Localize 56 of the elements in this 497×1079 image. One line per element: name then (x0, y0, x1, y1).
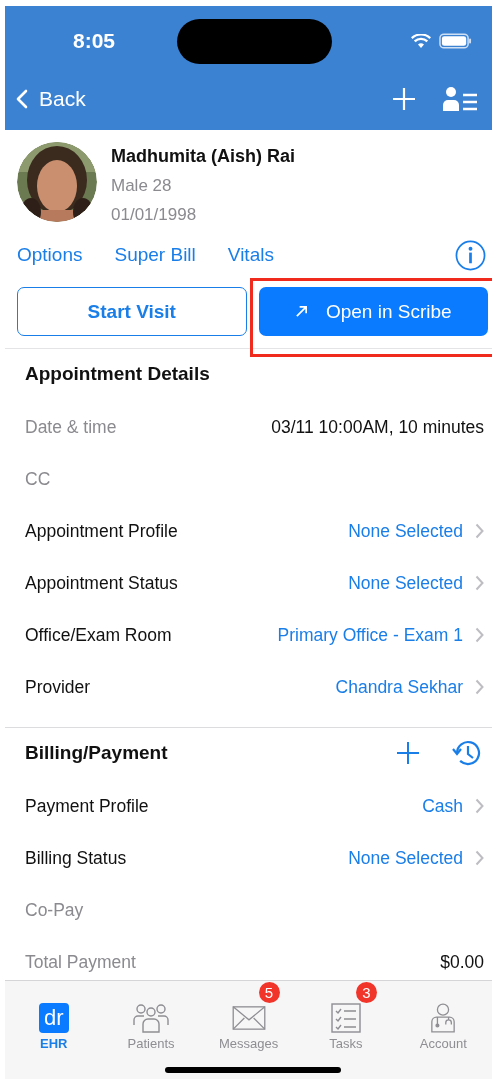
field-label: Co-Pay (25, 899, 84, 921)
field-value-link[interactable]: None Selected (348, 572, 463, 594)
field-label: Total Payment (25, 951, 136, 973)
count-badge: 5 (258, 982, 280, 1003)
back-button[interactable]: Back (16, 87, 86, 111)
field-value-link[interactable]: None Selected (348, 847, 463, 869)
count-badge: 3 (355, 982, 377, 1003)
field-label: Appointment Status (25, 572, 178, 594)
info-icon[interactable] (455, 239, 486, 271)
field-value-link[interactable]: Cash (422, 795, 463, 817)
chevron-icon[interactable] (475, 798, 484, 814)
chevron-icon[interactable] (475, 679, 484, 695)
checklist-icon (330, 1003, 361, 1033)
back-icon (16, 89, 28, 109)
patient-list-icon[interactable] (442, 86, 478, 112)
tab[interactable]: Account (415, 1003, 471, 1051)
chevron-icon[interactable] (475, 575, 484, 591)
people-icon (133, 1003, 170, 1033)
chevron-icon[interactable] (475, 523, 484, 539)
battery-icon (439, 33, 472, 49)
open-button[interactable]: Open in Scribe (258, 287, 488, 336)
tab[interactable]: Messages (214, 1003, 283, 1051)
link[interactable]: Options (17, 244, 83, 266)
field-label: Office/Exam Room (25, 624, 172, 646)
doctor-icon (430, 1003, 457, 1033)
link[interactable]: Vitals (227, 244, 274, 266)
field-label: Payment Profile (25, 795, 149, 817)
history-icon[interactable] (452, 739, 482, 767)
tab[interactable]: dr EHR (34, 1003, 73, 1051)
add-icon[interactable] (396, 741, 420, 765)
tab[interactable]: Patients (123, 1003, 179, 1051)
start-button[interactable]: Start Visit (17, 287, 247, 336)
field-value-link[interactable]: None Selected (348, 520, 463, 542)
field-label: CC (25, 468, 51, 490)
field-label: Appointment Profile (25, 520, 178, 542)
field-value-link[interactable]: Primary Office - Exam 1 (277, 624, 463, 646)
chevron-icon[interactable] (475, 627, 484, 643)
field-label: Provider (25, 676, 91, 698)
external-link-icon (294, 305, 308, 318)
field-label: Date & time (25, 416, 117, 438)
section-title: Billing/Payment (25, 742, 168, 764)
section-title: Appointment Details (25, 363, 210, 385)
envelope-icon (230, 1005, 267, 1031)
field-label: Billing Status (25, 847, 127, 869)
link[interactable]: Super Bill (114, 244, 196, 266)
field-value: $0.00 (440, 951, 484, 973)
field-value-link[interactable]: Chandra Sekhar (335, 676, 463, 698)
patient-name: Madhumita (Aish) Rai (111, 146, 295, 167)
wifi-icon (411, 33, 431, 49)
chevron-icon[interactable] (475, 850, 484, 866)
tab[interactable]: Tasks (325, 1003, 367, 1051)
patient-dob: 01/01/1998 (111, 205, 198, 225)
status-time: 8:05 (73, 29, 117, 53)
field-value: 03/11 10:00AM, 10 minutes (271, 416, 484, 438)
patient-sex-age: Male 28 (111, 176, 173, 196)
app-logo-icon: dr (38, 1003, 69, 1033)
